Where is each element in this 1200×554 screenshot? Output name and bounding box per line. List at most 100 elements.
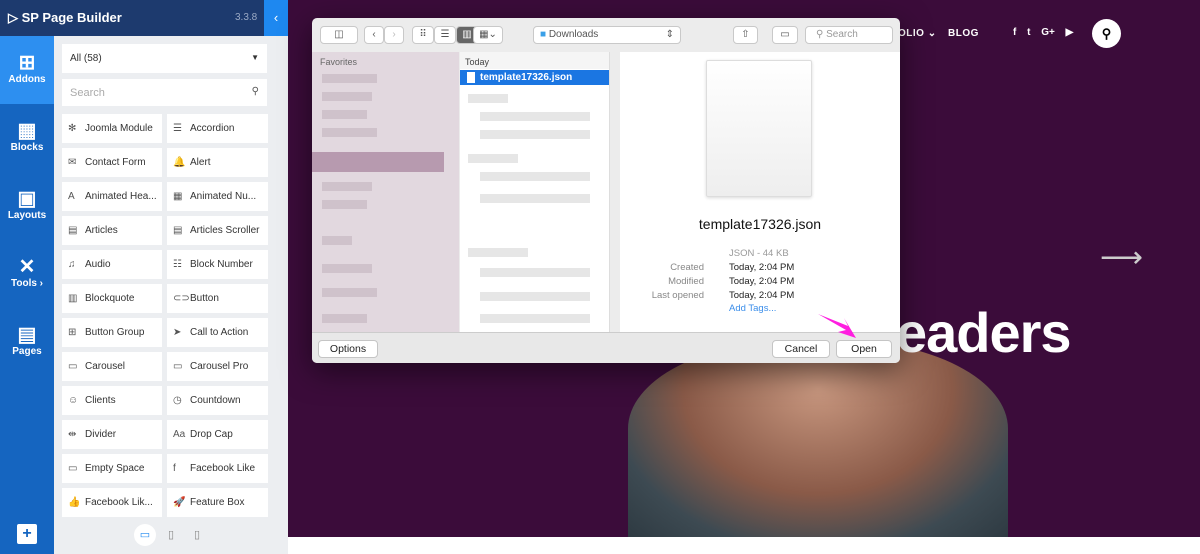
- addon-item[interactable]: ➤ Call to Action: [167, 318, 268, 347]
- dialog-search-input[interactable]: ⚲ Search: [805, 26, 893, 44]
- blocks-icon: ▦: [17, 120, 37, 142]
- layouts-icon: ▣: [17, 188, 37, 210]
- icon-view-button[interactable]: ⠿: [412, 26, 434, 44]
- collapse-button[interactable]: ‹: [264, 0, 288, 36]
- addon-item[interactable]: ✻ Joomla Module: [62, 114, 162, 143]
- addon-label: Facebook Like: [190, 463, 256, 474]
- arrow-right-icon[interactable]: ⟶: [1100, 240, 1143, 275]
- nav-tools[interactable]: ✕ Tools ›: [0, 240, 54, 308]
- google-plus-icon[interactable]: G+: [1041, 27, 1055, 38]
- menu-blog[interactable]: BLOG: [948, 28, 979, 39]
- addon-item[interactable]: ☰ Accordion: [167, 114, 268, 143]
- addon-icon: ⇹: [68, 429, 77, 440]
- addon-item[interactable]: ▭ Carousel: [62, 352, 162, 381]
- addon-label: Alert: [190, 157, 211, 168]
- menu-portfolio[interactable]: OLIO ⌄: [898, 28, 937, 39]
- addon-item[interactable]: ▭ Empty Space: [62, 454, 162, 483]
- addon-label: Animated Nu...: [190, 191, 257, 202]
- addon-filter-select[interactable]: All (58) ▼: [62, 44, 267, 73]
- search-icon: ⚲: [251, 86, 259, 97]
- addon-item[interactable]: ▤ Articles Scroller: [167, 216, 268, 245]
- nav-label: Addons: [8, 74, 46, 85]
- blurred-item: [480, 130, 590, 139]
- preview-filename: template17326.json: [698, 216, 822, 232]
- options-button[interactable]: Options: [318, 340, 378, 358]
- addon-item[interactable]: ▭ Carousel Pro: [167, 352, 268, 381]
- add-button[interactable]: +: [17, 524, 37, 544]
- blurred-item: [468, 248, 528, 257]
- addon-icon: ▤: [68, 225, 78, 236]
- addon-item[interactable]: 👍 Facebook Lik...: [62, 488, 162, 517]
- addon-item[interactable]: ◷ Countdown: [167, 386, 268, 415]
- addon-item[interactable]: 🚀 Feature Box: [167, 488, 268, 517]
- column-header: Today: [460, 52, 609, 69]
- dialog-search-placeholder: Search: [826, 29, 858, 40]
- created-label: Created: [670, 262, 704, 273]
- share-button[interactable]: ⇧: [733, 26, 758, 44]
- addon-item[interactable]: ⊞ Button Group: [62, 318, 162, 347]
- addon-item[interactable]: ▦ Animated Nu...: [167, 182, 268, 211]
- blurred-item: [322, 92, 372, 101]
- addon-item[interactable]: ▤ Articles: [62, 216, 162, 245]
- addon-item[interactable]: ☷ Block Number: [167, 250, 268, 279]
- addon-search-input[interactable]: Search ⚲: [62, 79, 267, 106]
- facebook-icon[interactable]: f: [1013, 27, 1016, 38]
- blurred-item: [480, 292, 590, 301]
- addon-item[interactable]: ⇹ Divider: [62, 420, 162, 449]
- version: 3.3.8: [235, 12, 258, 23]
- addon-icon: ✻: [68, 123, 77, 134]
- nav-addons[interactable]: ⊞ Addons: [0, 36, 54, 104]
- favorites-sidebar: Favorites: [312, 52, 459, 332]
- addon-label: Articles: [85, 225, 118, 236]
- addon-item[interactable]: f Facebook Like: [167, 454, 268, 483]
- location-select[interactable]: ■ Downloads ⇕: [533, 26, 681, 44]
- mobile-icon[interactable]: ▯: [186, 524, 208, 546]
- nav-label: Blocks: [10, 142, 44, 153]
- builder-nav: ⊞ Addons ▦ Blocks ▣ Layouts ✕ Tools › ▤ Pages…: [0, 36, 54, 554]
- dialog-footer: Options Cancel Open: [312, 332, 900, 363]
- nav-pages[interactable]: ▤ Pages: [0, 308, 54, 376]
- folder-icon: ■: [540, 29, 547, 40]
- addon-label: Button: [190, 293, 219, 304]
- addon-item[interactable]: Aa Drop Cap: [167, 420, 268, 449]
- nav-layouts[interactable]: ▣ Layouts: [0, 172, 54, 240]
- site-search-button[interactable]: ⚲: [1092, 19, 1121, 48]
- filter-value: All (58): [70, 53, 102, 64]
- addon-item[interactable]: ▥ Blockquote: [62, 284, 162, 313]
- nav-blocks[interactable]: ▦ Blocks: [0, 104, 54, 172]
- nav-label: Layouts: [7, 210, 47, 221]
- addon-item[interactable]: A Animated Hea...: [62, 182, 162, 211]
- group-button[interactable]: ▦⌄: [473, 26, 503, 44]
- selected-file[interactable]: template17326.json: [460, 70, 609, 85]
- addon-item[interactable]: ✉ Contact Form: [62, 148, 162, 177]
- addon-icon: ◷: [173, 395, 182, 406]
- tablet-icon[interactable]: ▯: [160, 524, 182, 546]
- addon-icon: 🚀: [173, 497, 186, 508]
- list-view-button[interactable]: ☰: [434, 26, 456, 44]
- addon-item[interactable]: ⊂⊃Button: [167, 284, 268, 313]
- addon-item[interactable]: ☺ Clients: [62, 386, 162, 415]
- desktop-icon[interactable]: ▭: [134, 524, 156, 546]
- sidebar-toggle-button[interactable]: ◫: [320, 26, 358, 44]
- addon-icon: ☰: [173, 123, 182, 134]
- addon-item[interactable]: 🔔 Alert: [167, 148, 268, 177]
- favorites-header: Favorites: [320, 57, 358, 67]
- blurred-item: [322, 128, 377, 137]
- twitter-icon[interactable]: t: [1027, 27, 1030, 38]
- forward-button[interactable]: ›: [384, 26, 404, 44]
- addon-label: Call to Action: [190, 327, 249, 338]
- blurred-item: [322, 288, 377, 297]
- back-button[interactable]: ‹: [364, 26, 384, 44]
- search-placeholder: Search: [70, 87, 105, 99]
- tag-button[interactable]: ▭: [772, 26, 798, 44]
- addon-label: Button Group: [85, 327, 145, 338]
- modified-label: Modified: [668, 276, 704, 287]
- open-button[interactable]: Open: [836, 340, 892, 358]
- addon-grid: ✻ Joomla Module ☰ Accordion ✉ Contact Form 🔔 Al…: [62, 114, 268, 517]
- tools-icon: ✕: [18, 256, 36, 278]
- add-tags-link[interactable]: Add Tags...: [729, 303, 776, 314]
- youtube-icon[interactable]: ▶: [1066, 27, 1074, 38]
- addon-item[interactable]: ♫ Audio: [62, 250, 162, 279]
- cancel-button[interactable]: Cancel: [772, 340, 830, 358]
- builder-title-text: SP Page Builder: [21, 10, 122, 25]
